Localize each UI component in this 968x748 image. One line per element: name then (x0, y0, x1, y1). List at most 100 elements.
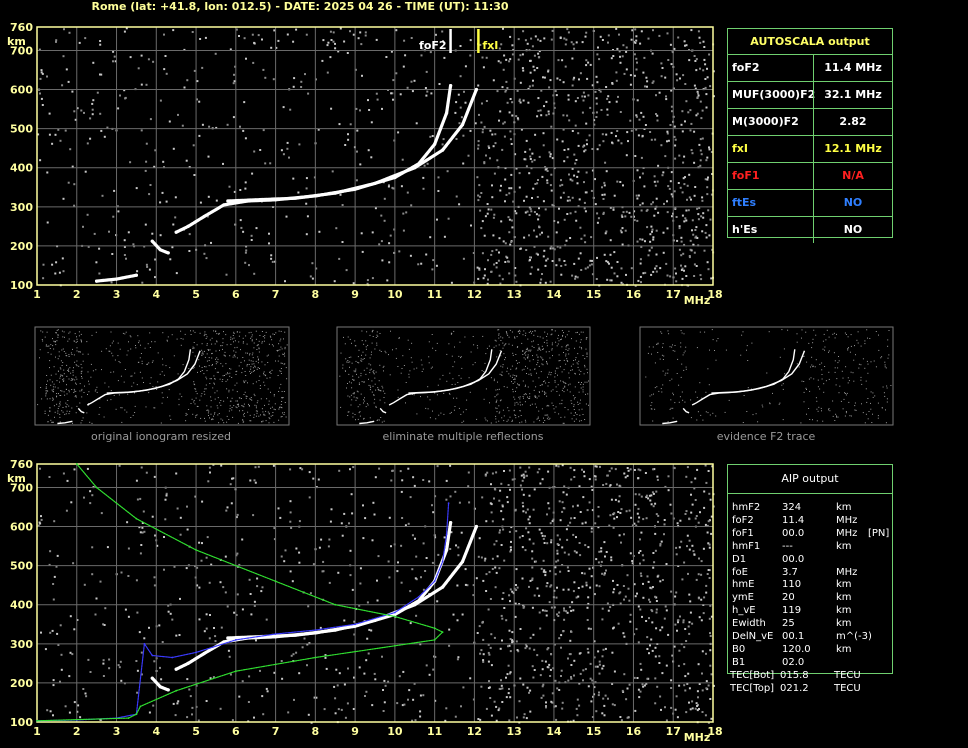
noise-dot (609, 484, 612, 487)
noise-dot (685, 711, 688, 714)
noise-dot (492, 145, 495, 148)
noise-dot (493, 172, 496, 175)
data-point (460, 560, 465, 564)
noise-dot (254, 366, 256, 368)
noise-dot (62, 270, 65, 273)
noise-dot (177, 373, 179, 375)
noise-dot (705, 652, 707, 655)
noise-dot (685, 219, 688, 222)
data-point (166, 251, 170, 255)
noise-dot (509, 546, 512, 549)
noise-dot (160, 422, 162, 424)
data-point (394, 615, 396, 618)
noise-dot (623, 472, 626, 475)
noise-dot (49, 360, 51, 362)
noise-dot (583, 572, 586, 575)
noise-dot (81, 388, 83, 390)
noise-dot (88, 383, 90, 385)
noise-dot (654, 549, 657, 552)
noise-dot (171, 334, 173, 336)
noise-dot (658, 390, 660, 392)
noise-dot (368, 378, 369, 380)
noise-dot (50, 419, 52, 421)
noise-dot (242, 341, 244, 343)
noise-dot (250, 420, 252, 422)
noise-dot (208, 637, 211, 640)
noise-dot (561, 140, 564, 143)
noise-dot (110, 371, 112, 373)
noise-dot (452, 366, 454, 368)
noise-dot (205, 338, 207, 339)
noise-dot (619, 591, 622, 594)
noise-dot (611, 651, 614, 654)
noise-dot (359, 415, 361, 417)
noise-dot (248, 364, 250, 365)
noise-dot (852, 372, 854, 374)
noise-dot (76, 405, 78, 407)
noise-dot (701, 650, 704, 653)
noise-dot (624, 595, 627, 598)
noise-dot (482, 66, 485, 69)
noise-dot (673, 467, 676, 470)
noise-dot (260, 414, 261, 416)
noise-dot (209, 614, 211, 616)
noise-dot (675, 553, 678, 556)
noise-dot (521, 488, 523, 491)
noise-dot (519, 81, 522, 84)
noise-dot (269, 377, 271, 379)
noise-dot (496, 407, 498, 409)
noise-dot (95, 369, 97, 371)
noise-dot (228, 391, 230, 393)
noise-dot (670, 706, 673, 709)
noise-dot (512, 383, 514, 384)
noise-dot (453, 409, 455, 411)
noise-dot (522, 30, 525, 33)
noise-dot (495, 262, 498, 264)
data-point (274, 633, 277, 635)
noise-dot (309, 275, 312, 278)
noise-dot (371, 231, 374, 234)
noise-dot (522, 69, 525, 72)
noise-dot (494, 133, 497, 136)
noise-dot (198, 586, 201, 589)
noise-dot (234, 347, 236, 349)
noise-dot (642, 559, 645, 562)
noise-dot (674, 138, 677, 141)
noise-dot (484, 215, 487, 218)
noise-dot (39, 92, 41, 95)
noise-dot (400, 581, 403, 584)
noise-dot (529, 369, 531, 371)
noise-dot (703, 249, 706, 252)
noise-dot (307, 92, 310, 95)
noise-dot (366, 403, 368, 405)
noise-dot (847, 349, 849, 351)
noise-dot (460, 531, 463, 534)
noise-dot (252, 370, 254, 372)
noise-dot (523, 236, 526, 239)
noise-dot (208, 415, 209, 416)
noise-dot (542, 364, 544, 366)
noise-dot (514, 509, 517, 512)
noise-dot (695, 69, 698, 72)
noise-dot (505, 193, 508, 196)
noise-dot (511, 376, 513, 378)
noise-dot (836, 416, 838, 418)
noise-dot (506, 333, 508, 335)
noise-dot (312, 477, 315, 480)
data-point (441, 585, 445, 589)
noise-dot (659, 543, 662, 545)
noise-dot (336, 684, 339, 687)
noise-dot (595, 710, 598, 713)
noise-dot (562, 588, 565, 591)
noise-dot (686, 545, 688, 548)
noise-dot (234, 356, 236, 358)
noise-dot (467, 471, 470, 474)
noise-dot (59, 367, 61, 369)
noise-dot (508, 530, 511, 533)
noise-dot (519, 677, 522, 680)
noise-dot (264, 335, 266, 337)
noise-dot (61, 365, 63, 366)
x-tick-label: 16 (626, 725, 642, 738)
noise-dot (594, 178, 596, 181)
noise-dot (68, 405, 70, 407)
